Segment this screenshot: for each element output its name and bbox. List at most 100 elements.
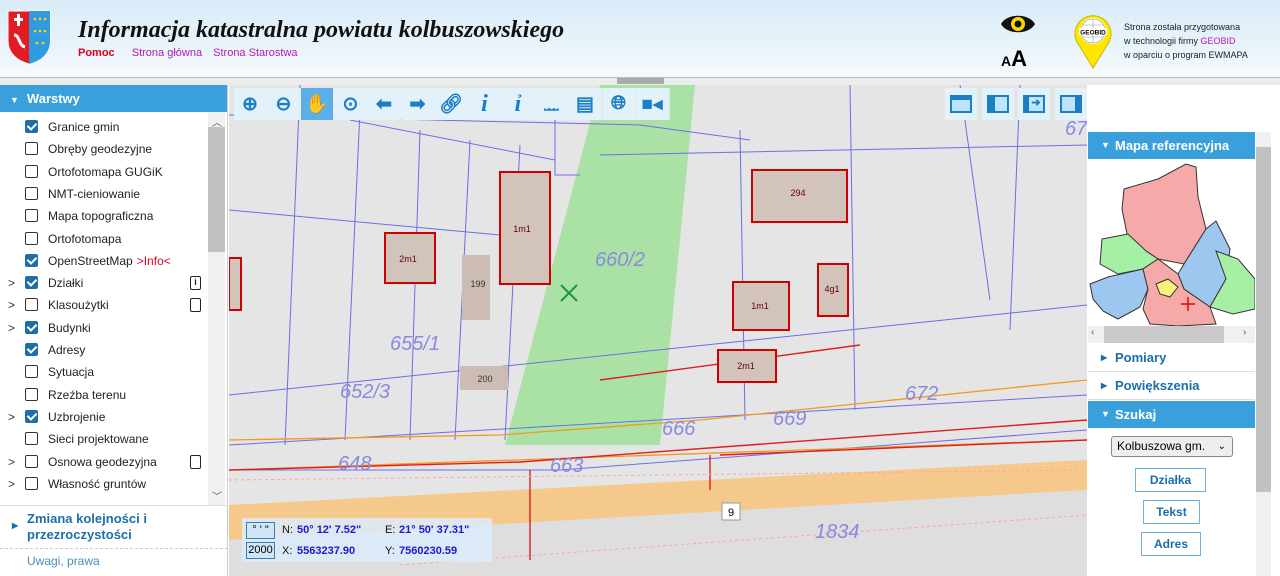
layout-left-button[interactable]: [981, 88, 1014, 120]
tools-panel-scrollbar[interactable]: [1256, 132, 1271, 576]
layer-item[interactable]: > Uzbrojenie: [0, 406, 210, 428]
reference-map[interactable]: [1088, 159, 1255, 326]
layer-item[interactable]: > Własność gruntów: [0, 473, 210, 495]
layout-right-icon: [1059, 95, 1082, 113]
layout-right-button[interactable]: [1054, 88, 1087, 120]
scale-input[interactable]: 2000: [246, 542, 275, 559]
geobid-link[interactable]: GEOBID: [1201, 36, 1236, 46]
zoom-in-icon: ⊕: [242, 93, 258, 115]
zooms-section[interactable]: ▶ Powiększenia: [1088, 372, 1255, 400]
layer-checkbox[interactable]: [25, 365, 38, 379]
layer-checkbox[interactable]: [25, 387, 38, 401]
layer-label: Działki: [48, 276, 84, 291]
expand-chevron-icon[interactable]: >: [8, 317, 15, 339]
layer-item[interactable]: Rzeźba terenu: [0, 384, 210, 406]
layer-checkbox[interactable]: [25, 142, 38, 156]
layer-item[interactable]: > Osnowa geodezyjna: [0, 451, 210, 473]
map-canvas[interactable]: 9 200 199 1m1 2m1 1m1 4g1 2m1 294 655/1 652/…: [229, 85, 1087, 576]
layer-item[interactable]: > Klasoużytki: [0, 294, 210, 316]
layer-item[interactable]: OpenStreetMap >Info<: [0, 250, 210, 272]
layer-item[interactable]: Mapa topograficzna: [0, 205, 210, 227]
parcel-label: 666: [662, 418, 696, 440]
layer-checkbox[interactable]: [25, 320, 38, 334]
search-text-button[interactable]: Tekst: [1143, 500, 1200, 524]
layer-checkbox[interactable]: [25, 454, 38, 468]
layer-checkbox[interactable]: [25, 409, 38, 423]
layer-item[interactable]: > Działki i: [0, 272, 210, 294]
layout-top-button[interactable]: [945, 88, 977, 120]
zoom-in-button[interactable]: ⊕: [234, 88, 266, 120]
order-transparency-section[interactable]: ▶ Zmiana kolejności i przezroczystości: [0, 505, 228, 549]
starostwo-link[interactable]: Strona Starostwa: [213, 47, 297, 59]
header-toggle-handle[interactable]: [617, 78, 664, 84]
layer-checkbox[interactable]: [25, 276, 38, 290]
dms-toggle-button[interactable]: ° ' ": [246, 522, 275, 539]
expand-chevron-icon[interactable]: >: [8, 451, 15, 473]
next-view-button[interactable]: ➡: [401, 88, 434, 120]
layer-checkbox[interactable]: [25, 343, 38, 356]
layer-label: Mapa topograficzna: [48, 209, 154, 224]
layout-top-icon: [950, 95, 972, 113]
layer-checkbox[interactable]: [25, 231, 38, 245]
layer-checkbox[interactable]: [25, 476, 38, 490]
link-button[interactable]: 🔗︎: [435, 88, 467, 120]
layer-item[interactable]: Sytuacja: [0, 361, 210, 383]
document-icon[interactable]: [190, 298, 201, 313]
print-button[interactable]: ▤: [569, 88, 601, 120]
layer-info-link[interactable]: >Info<: [137, 254, 171, 268]
scroll-right-icon[interactable]: ›: [1243, 327, 1246, 338]
layer-checkbox[interactable]: [25, 186, 38, 200]
layer-checkbox[interactable]: [25, 164, 38, 178]
reference-map-scrollbar[interactable]: ‹ ›: [1088, 326, 1255, 343]
layer-checkbox[interactable]: [25, 253, 38, 267]
layer-item[interactable]: Adresy: [0, 339, 210, 361]
search-address-button[interactable]: Adres: [1141, 532, 1201, 556]
notes-section[interactable]: Uwagi, prawa: [0, 551, 228, 568]
search-section-header[interactable]: ▼ Szukaj: [1088, 401, 1255, 428]
layer-item[interactable]: Obręby geodezyjne: [0, 138, 210, 160]
info-extended-button[interactable]: ỉ: [502, 88, 534, 120]
ruler-icon: ⎵⎵⎵: [544, 96, 559, 111]
video-button[interactable]: ■◂: [636, 88, 668, 120]
layer-item[interactable]: Ortofotomapa GUGiK: [0, 161, 210, 183]
layer-checkbox[interactable]: [25, 209, 38, 223]
layer-item[interactable]: Granice gmin: [0, 116, 210, 138]
home-link[interactable]: Strona główna: [132, 47, 202, 59]
info-button[interactable]: i: [468, 88, 501, 120]
layer-checkbox[interactable]: [25, 298, 38, 312]
scroll-down-icon[interactable]: ﹀: [212, 488, 222, 503]
gmina-select[interactable]: Kolbuszowa gm. ⌄: [1111, 436, 1233, 457]
measurements-section[interactable]: ▶ Pomiary: [1088, 344, 1255, 372]
layers-scrollbar[interactable]: ︿ ﹀: [208, 112, 225, 505]
search-parcel-button[interactable]: Działka: [1135, 468, 1206, 492]
expand-chevron-icon[interactable]: >: [8, 272, 15, 294]
previous-view-button[interactable]: ⬅: [368, 88, 400, 120]
scroll-left-icon[interactable]: ‹: [1091, 327, 1094, 338]
tools-panel: ▼ Mapa referencyjna ‹ › ▶ Pomiary ▶ Powiększ…: [1087, 132, 1270, 576]
pan-button[interactable]: ✋: [301, 88, 333, 120]
zoom-window-button[interactable]: ⊙: [334, 88, 367, 120]
document-icon[interactable]: [190, 454, 201, 469]
layer-item[interactable]: NMT-cieniowanie: [0, 183, 210, 205]
layer-label: Budynki: [48, 320, 91, 335]
zoom-out-button[interactable]: ⊖: [267, 88, 300, 120]
layer-checkbox[interactable]: [25, 432, 38, 446]
eye-icon: [1001, 15, 1035, 33]
layer-label: Uzbrojenie: [48, 409, 106, 424]
expand-chevron-icon[interactable]: >: [8, 473, 15, 495]
globe-button[interactable]: 🌐︎: [602, 88, 635, 120]
parcel-label: 655/1: [390, 333, 440, 355]
info-document-icon[interactable]: i: [190, 276, 201, 291]
layers-panel-header[interactable]: ▼ Warstwy: [0, 85, 227, 112]
reference-map-header[interactable]: ▼ Mapa referencyjna: [1088, 132, 1255, 159]
layer-item[interactable]: Sieci projektowane: [0, 428, 210, 450]
layer-item[interactable]: Ortofotomapa: [0, 228, 210, 250]
layer-item[interactable]: > Budynki: [0, 317, 210, 339]
help-link[interactable]: Pomoc: [78, 47, 115, 59]
accessibility-button[interactable]: AA: [998, 10, 1038, 71]
measure-button[interactable]: ⎵⎵⎵: [535, 88, 568, 120]
expand-chevron-icon[interactable]: >: [8, 406, 15, 428]
layout-arrow-button[interactable]: ➜: [1018, 88, 1050, 120]
expand-chevron-icon[interactable]: >: [8, 294, 15, 316]
layer-checkbox[interactable]: [25, 120, 38, 133]
